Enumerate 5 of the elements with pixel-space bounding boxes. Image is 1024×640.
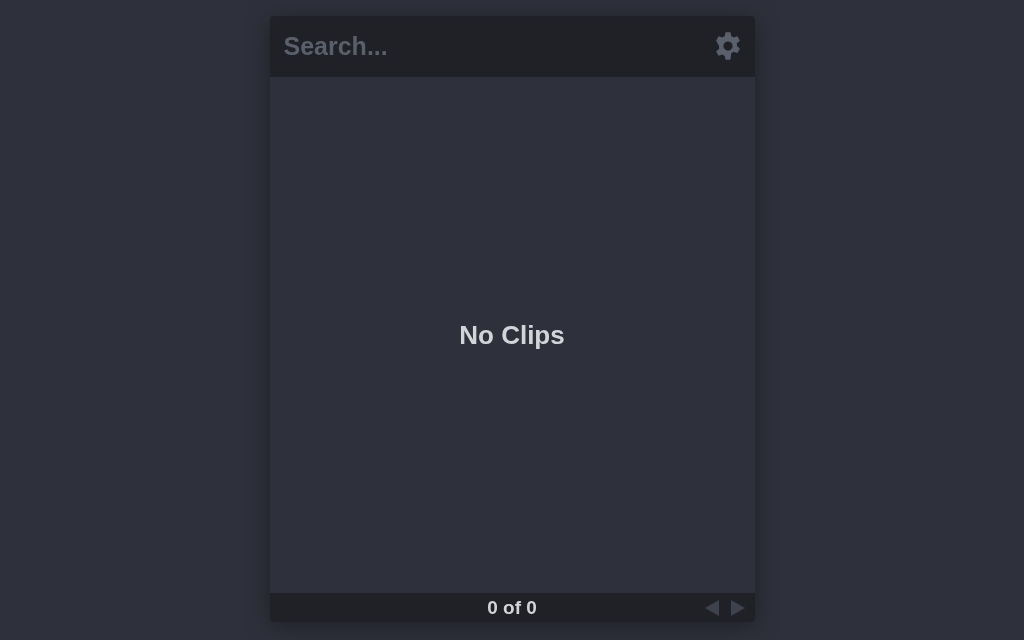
previous-icon[interactable] <box>704 599 719 616</box>
empty-message: No Clips <box>459 319 565 351</box>
next-icon[interactable] <box>730 599 745 616</box>
clip-counter: 0 of 0 <box>487 596 537 619</box>
search-field[interactable]: Search... <box>269 16 755 77</box>
